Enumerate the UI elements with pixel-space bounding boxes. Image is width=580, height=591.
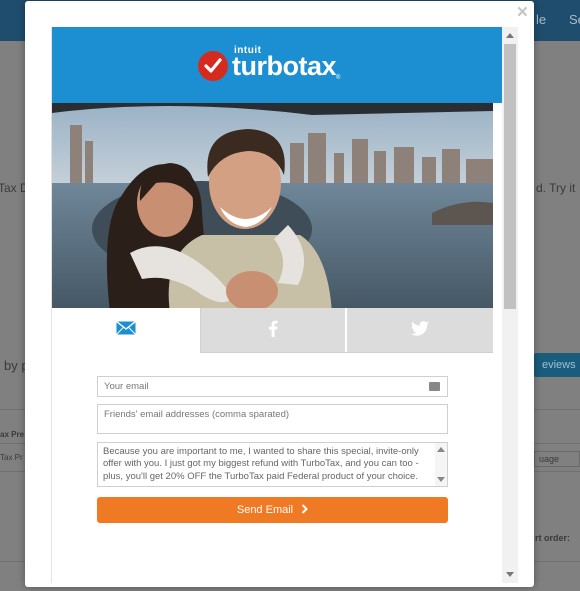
background-select: uage [534,451,580,467]
background-nav-item: Se [569,12,580,27]
message-text: Because you are important to me, I wante… [103,446,419,482]
message-scrollbar[interactable] [435,443,447,486]
email-placeholder: Your email [104,381,149,392]
autofill-card-icon[interactable] [429,382,440,391]
facebook-icon [268,320,278,342]
tab-facebook[interactable] [200,308,345,353]
scroll-up-icon[interactable] [506,33,514,38]
tab-email[interactable] [52,308,200,353]
scrollbar-thumb[interactable] [504,44,516,309]
intuit-wordmark: intuit [234,45,262,56]
friends-email-placeholder: Friends' email addresses (comma sparated… [104,409,290,420]
background-text: d. Try it [536,181,576,195]
background-cell: Tax Pr [0,453,23,462]
chevron-right-icon [301,503,309,517]
share-frame: intuit turbotax® Your email Friends' ema… [51,27,518,583]
email-field[interactable]: Your email [97,376,448,397]
background-reviews-button: eviews [534,353,580,377]
frame-scrollbar[interactable] [502,27,518,583]
share-tabs [52,308,493,353]
scroll-down-icon[interactable] [437,477,445,482]
twitter-icon [411,320,429,341]
friends-email-field[interactable]: Friends' email addresses (comma sparated… [97,404,448,434]
send-email-label: Send Email [236,504,294,516]
send-email-button[interactable]: Send Email [97,497,448,523]
registered-mark: ® [336,75,341,81]
background-column-header: ax Pre [0,430,25,439]
tab-twitter[interactable] [345,308,493,353]
envelope-icon [116,320,136,340]
brand-banner: intuit turbotax® [52,27,518,103]
message-textarea[interactable]: Because you are important to me, I wante… [97,442,448,487]
close-button[interactable]: × [517,2,528,24]
background-sort-label: rt order: [535,533,571,543]
background-nav-item: le [536,12,547,27]
scroll-up-icon[interactable] [437,447,445,452]
share-modal: × intuit turbotax® Your email Friends' e… [25,1,534,587]
scroll-down-icon[interactable] [506,572,514,577]
turbotax-logo: intuit turbotax® [198,45,341,85]
tab-divider [200,352,493,353]
checkmark-icon [198,51,228,81]
hero-photo [52,103,493,308]
